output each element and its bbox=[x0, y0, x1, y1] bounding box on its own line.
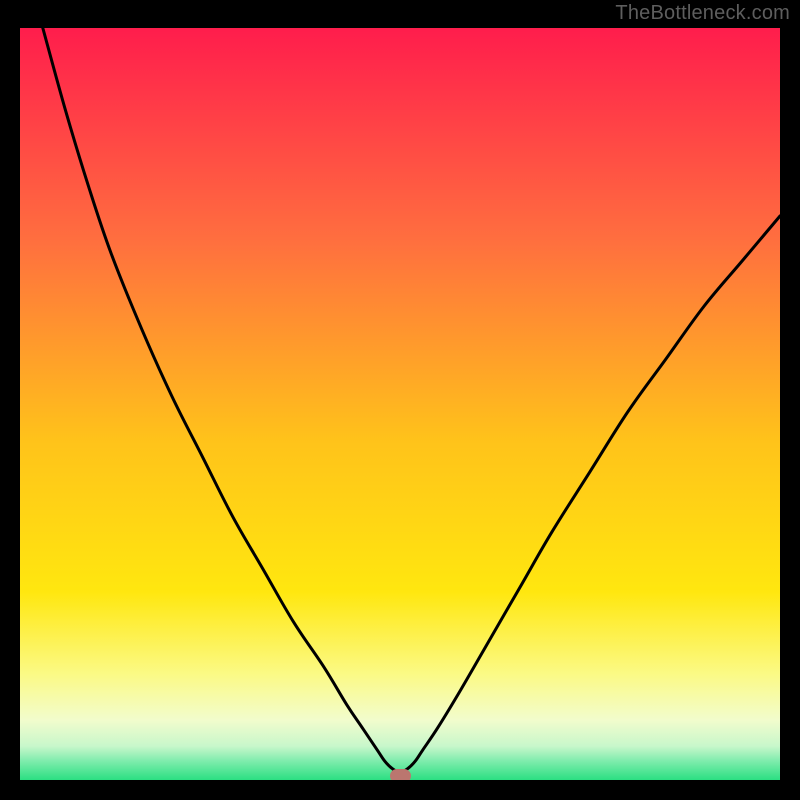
minimum-marker bbox=[390, 769, 411, 780]
chart-container: TheBottleneck.com bbox=[0, 0, 800, 800]
bottleneck-curve bbox=[20, 28, 780, 780]
plot-area bbox=[20, 28, 780, 780]
watermark-text: TheBottleneck.com bbox=[615, 2, 790, 25]
